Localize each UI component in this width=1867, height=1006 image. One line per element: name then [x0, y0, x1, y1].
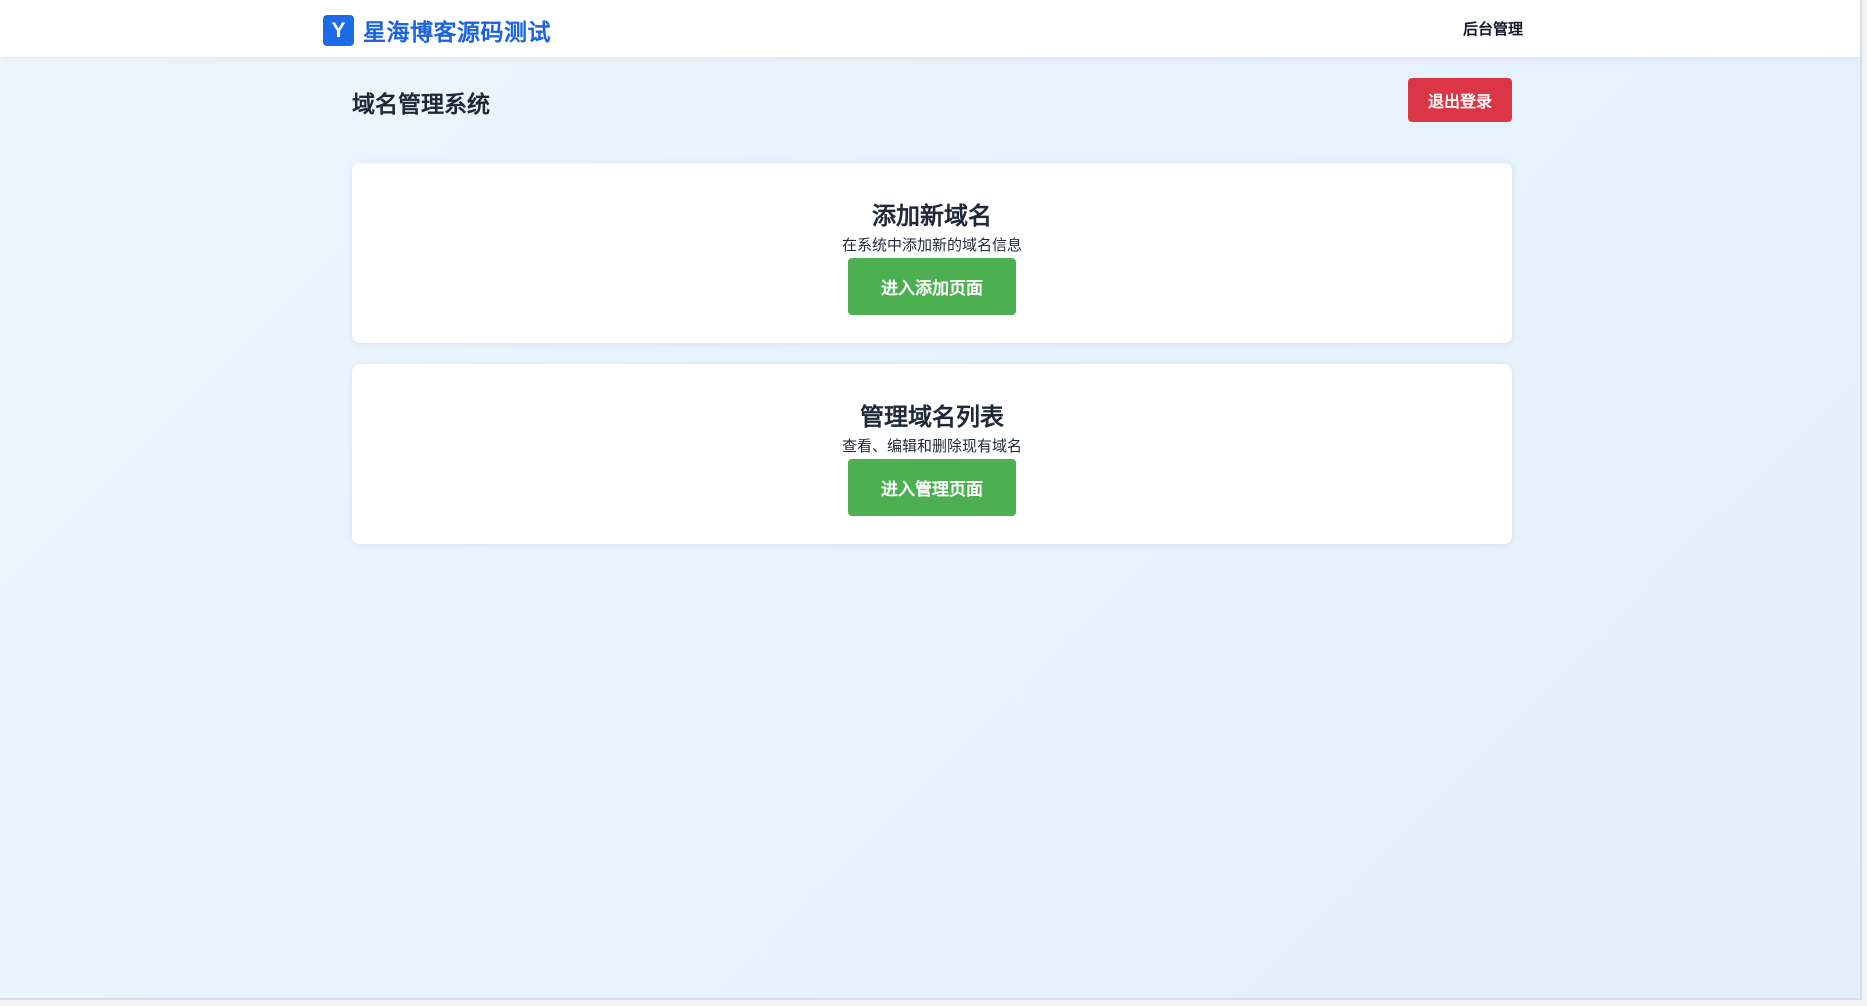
manage-domain-card: 管理域名列表 查看、编辑和删除现有域名 进入管理页面	[352, 364, 1512, 544]
page-title: 域名管理系统	[352, 92, 490, 118]
manage-domain-title: 管理域名列表	[860, 403, 1004, 431]
add-domain-description: 在系统中添加新的域名信息	[841, 236, 1022, 254]
top-navbar: Y 星海博客源码测试 后台管理	[0, 0, 1860, 57]
brand-logo-icon: Y	[323, 14, 354, 46]
add-domain-title: 添加新域名	[872, 202, 992, 230]
app-viewport: Y 星海博客源码测试 后台管理 域名管理系统 退出登录 添加新域名 在系统中添加…	[0, 0, 1862, 1000]
brand-link[interactable]: Y 星海博客源码测试	[323, 13, 551, 47]
enter-manage-page-button[interactable]: 进入管理页面	[848, 459, 1016, 516]
manage-domain-description: 查看、编辑和删除现有域名	[841, 437, 1022, 455]
logout-button[interactable]: 退出登录	[1408, 78, 1512, 122]
admin-link[interactable]: 后台管理	[1463, 18, 1523, 39]
brand-name: 星海博客源码测试	[363, 20, 551, 46]
add-domain-card: 添加新域名 在系统中添加新的域名信息 进入添加页面	[352, 163, 1512, 343]
enter-add-page-button[interactable]: 进入添加页面	[848, 258, 1016, 315]
